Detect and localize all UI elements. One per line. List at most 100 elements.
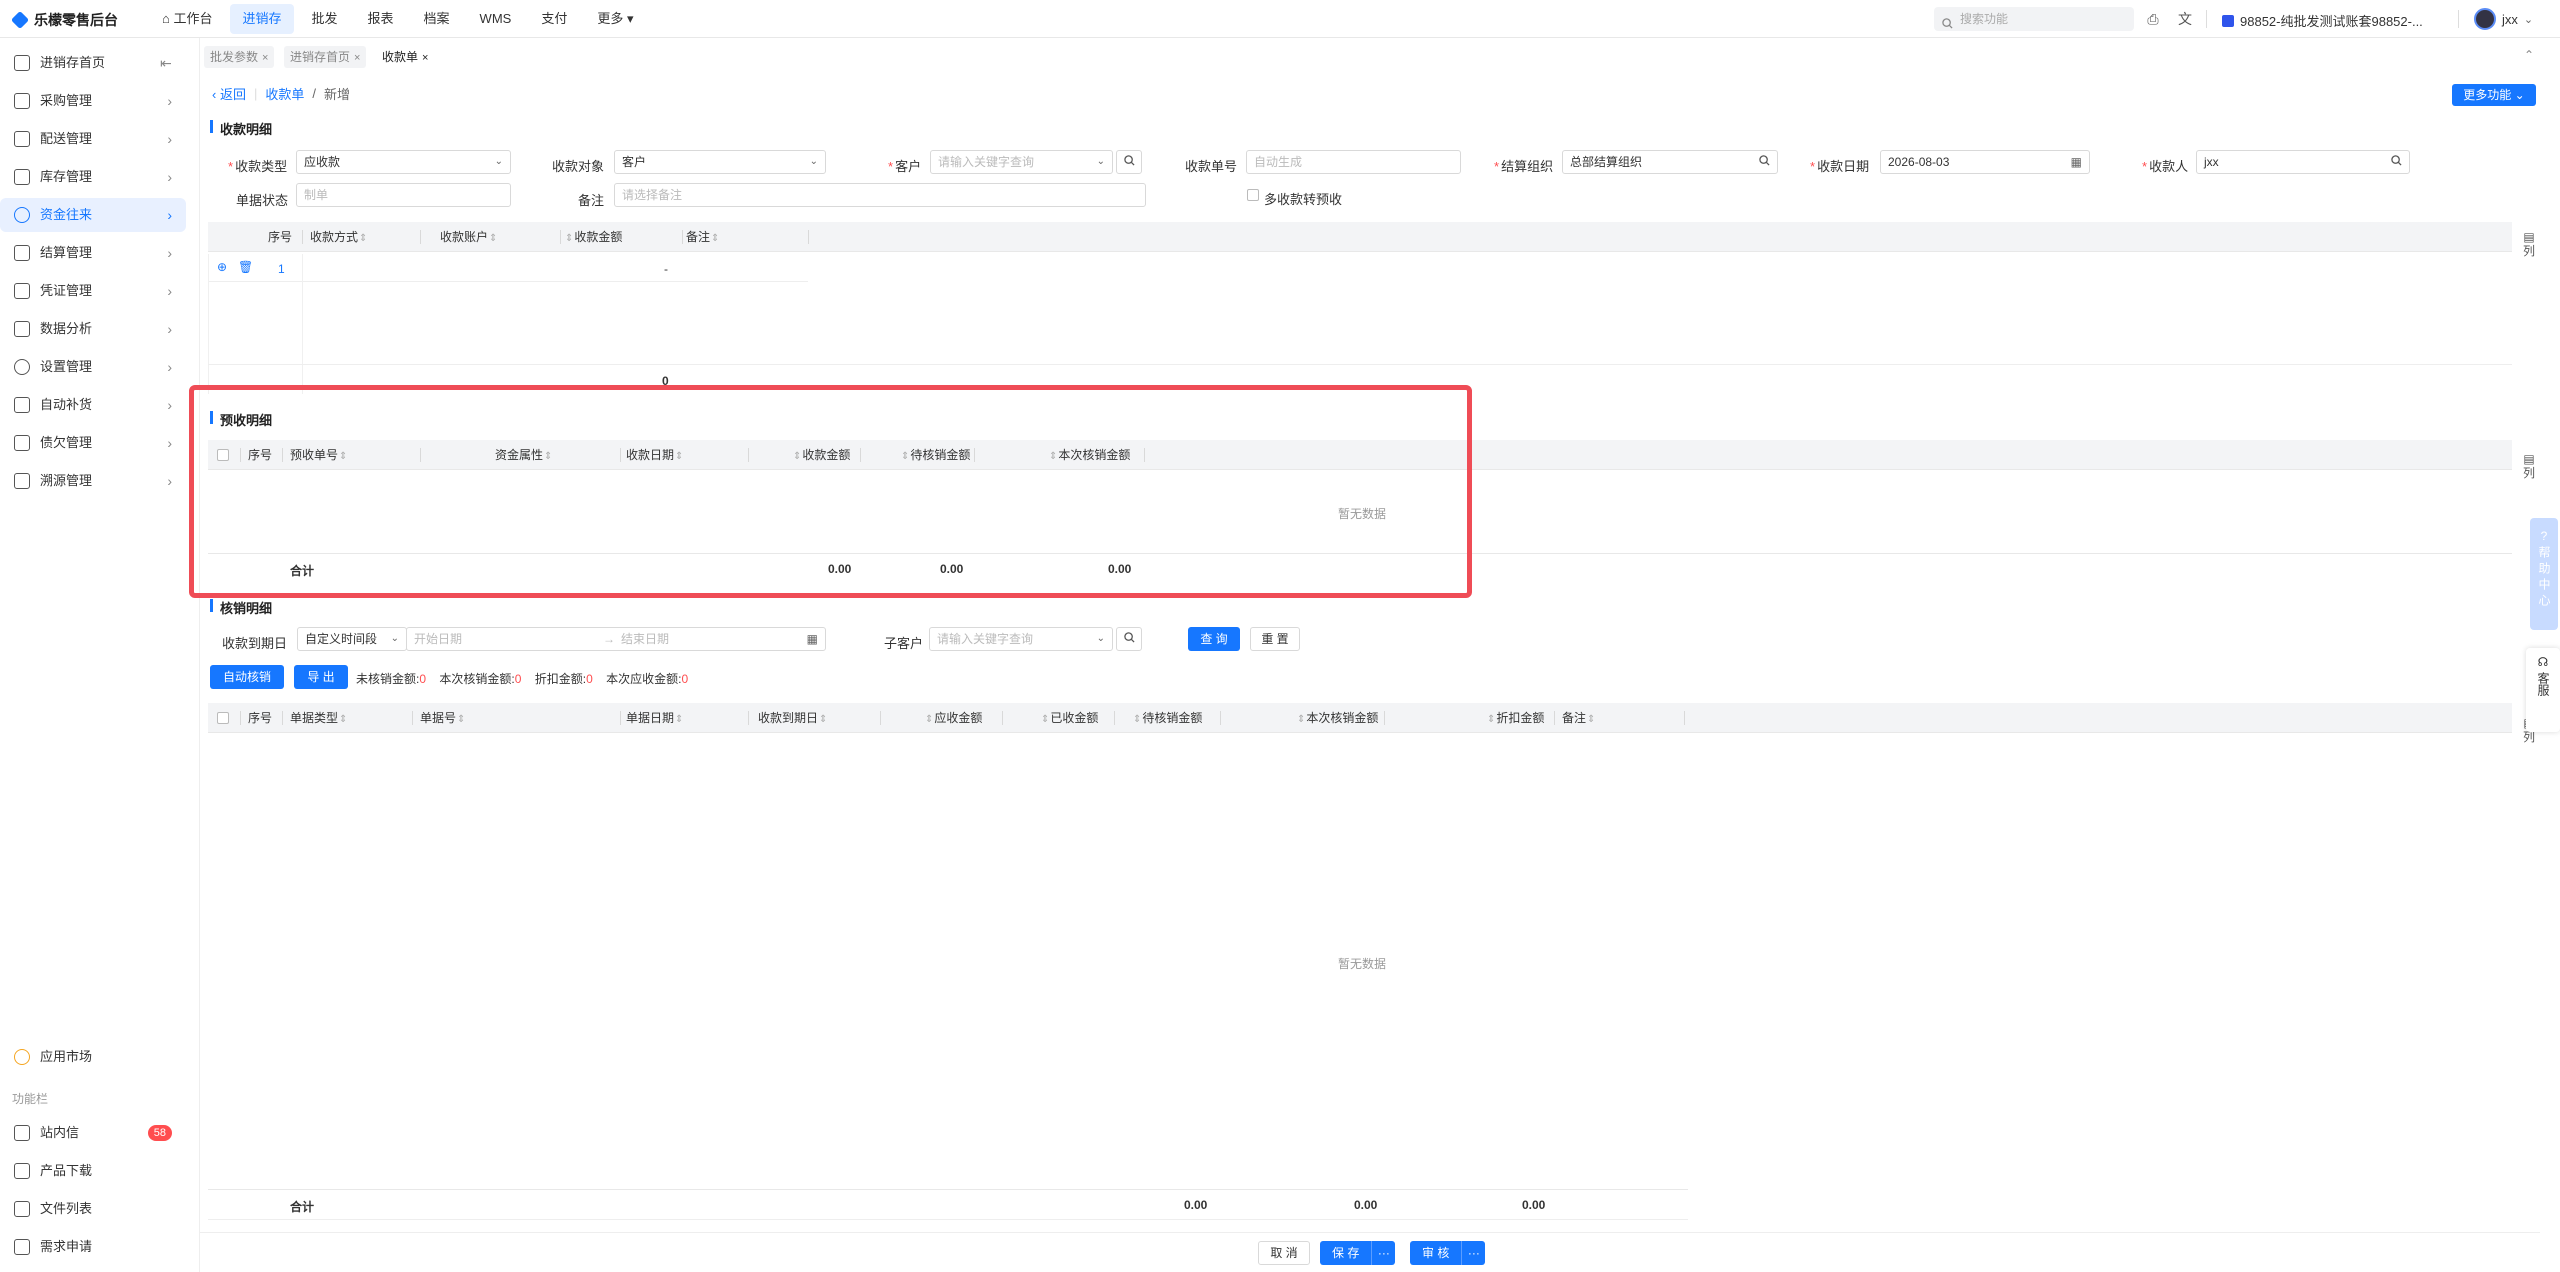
col-pending[interactable]: ⇕待核销金额 (1132, 703, 1202, 733)
row-amount[interactable]: - (664, 262, 668, 276)
chevron-right-icon: › (167, 93, 172, 109)
sub-customer-search-button[interactable] (1116, 627, 1142, 651)
sidebar-item-files[interactable]: 文件列表 (0, 1192, 186, 1226)
customer-input[interactable]: 请输入关键字查询 ⌄ (930, 150, 1113, 174)
breadcrumb: ‹ 返回 | 收款单 / 新增 (212, 84, 351, 103)
col-remark[interactable]: 备注⇕ (686, 222, 720, 252)
export-button[interactable]: 导 出 (294, 665, 348, 689)
help-center-button[interactable]: ? 帮助中心 (2530, 518, 2558, 630)
col-doc-date[interactable]: 单据日期⇕ (626, 703, 684, 733)
more-functions-button[interactable]: 更多功能 ⌄ (2452, 84, 2536, 106)
chart-icon (14, 321, 30, 337)
col-receivable[interactable]: ⇕应收金额 (924, 703, 982, 733)
payee-input[interactable]: jxx (2196, 150, 2410, 174)
replenish-icon (14, 397, 30, 413)
save-button-group: 保 存 ··· (1320, 1241, 1396, 1265)
col-remark[interactable]: 备注⇕ (1562, 703, 1596, 733)
print-icon[interactable]: ⎙ (2144, 10, 2162, 28)
date-range-picker[interactable]: 开始日期 → 结束日期 ▦ (406, 627, 826, 651)
delete-row-icon[interactable]: 🗑 (238, 260, 253, 274)
tab-inventory-home[interactable]: 进销存首页 × (284, 46, 367, 68)
sidebar-item-funds[interactable]: 资金往来 › (0, 198, 186, 232)
col-amount[interactable]: ⇕收款金额 (564, 222, 622, 252)
nav-archives[interactable]: 档案 (412, 4, 462, 34)
nav-payment[interactable]: 支付 (529, 4, 579, 34)
chevron-up-icon[interactable]: ⌃ (2524, 48, 2534, 62)
org-input[interactable]: 总部结算组织 (1562, 150, 1778, 174)
function-bar-label: 功能栏 (12, 1092, 49, 1106)
sidebar-item-app-market[interactable]: 应用市场 (0, 1040, 186, 1074)
auto-writeoff-button[interactable]: 自动核销 (210, 665, 284, 689)
audit-more-button[interactable]: ··· (1461, 1241, 1486, 1265)
sidebar-item-requests[interactable]: 需求申请 (0, 1230, 186, 1264)
column-setting-button[interactable]: ▤列 (2520, 230, 2538, 258)
reset-button[interactable]: 重 置 (1250, 627, 1300, 651)
table-row: ⊕ 🗑 1 - (208, 254, 808, 282)
sidebar-item-messages[interactable]: 站内信 58 (0, 1116, 186, 1150)
save-more-button[interactable]: ··· (1371, 1241, 1396, 1265)
back-link[interactable]: ‹ 返回 (212, 84, 246, 103)
nav-inventory[interactable]: 进销存 (230, 4, 294, 34)
chevron-right-icon: › (167, 131, 172, 147)
sidebar-item-voucher[interactable]: 凭证管理 › (0, 274, 186, 308)
sidebar-item-debt[interactable]: 债欠管理 › (0, 426, 186, 460)
function-search-input[interactable]: 搜索功能 (1934, 7, 2134, 31)
col-account[interactable]: 收款账户⇕ (440, 222, 498, 252)
tab-receipt[interactable]: 收款单 × (376, 46, 435, 68)
column-setting-button[interactable]: ▤列 (2520, 452, 2538, 480)
type-select[interactable]: 应收款 ⌄ (296, 150, 511, 174)
col-discount[interactable]: ⇕折扣金额 (1486, 703, 1544, 733)
date-picker[interactable]: 2026-08-03 ▦ (1880, 150, 2090, 174)
multi-receipt-checkbox[interactable] (1247, 189, 1259, 201)
save-button[interactable]: 保 存 (1320, 1241, 1372, 1265)
nav-workbench[interactable]: ⌂ 工作台 (150, 4, 224, 34)
sidebar-item-analysis[interactable]: 数据分析 › (0, 312, 186, 346)
sidebar-item-download[interactable]: 产品下载 (0, 1154, 186, 1188)
col-method[interactable]: 收款方式⇕ (310, 222, 368, 252)
audit-button[interactable]: 审 核 (1410, 1241, 1462, 1265)
chevron-right-icon: › (167, 321, 172, 337)
sidebar-item-stock[interactable]: 库存管理 › (0, 160, 186, 194)
sidebar-item-purchase[interactable]: 采购管理 › (0, 84, 186, 118)
calendar-icon: ▦ (2070, 155, 2082, 169)
sidebar-item-settings[interactable]: 设置管理 › (0, 350, 186, 384)
nav-more[interactable]: 更多 ▾ (585, 4, 645, 34)
sub-customer-input[interactable]: 请输入关键字查询 ⌄ (929, 627, 1113, 651)
app-logo[interactable]: 乐檬零售后台 (10, 10, 118, 30)
col-due-date[interactable]: 收款到期日⇕ (758, 703, 828, 733)
col-doc-no[interactable]: 单据号⇕ (420, 703, 466, 733)
remark-input[interactable]: 请选择备注 (614, 183, 1146, 207)
org-label: * 结算组织 (1494, 159, 1554, 174)
nav-wms[interactable]: WMS (468, 4, 524, 34)
customer-search-button[interactable] (1116, 150, 1142, 174)
tenant-switcher[interactable]: 98852-纯批发测试账套98852-... (2222, 11, 2423, 30)
period-select[interactable]: 自定义时间段 ⌄ (297, 627, 407, 651)
user-menu[interactable]: jxx ⌄ (2474, 8, 2533, 30)
gear-icon (14, 359, 30, 375)
sidebar-item-home[interactable]: 进销存首页 (0, 46, 186, 80)
breadcrumb-parent[interactable]: 收款单 (265, 84, 304, 103)
col-doc-type[interactable]: 单据类型⇕ (290, 703, 348, 733)
add-row-icon[interactable]: ⊕ (217, 260, 227, 274)
customer-service-button[interactable]: ☊ 客服 (2526, 648, 2560, 732)
customer-label: * 客户 (888, 159, 922, 174)
col-this-writeoff[interactable]: ⇕本次核销金额 (1296, 703, 1378, 733)
select-all-checkbox[interactable] (217, 712, 229, 724)
tab-wholesale-params[interactable]: 批发参数 × (204, 46, 275, 68)
receipt-no-input[interactable]: 自动生成 (1246, 150, 1461, 174)
col-index: 序号 (268, 230, 293, 244)
download-icon (14, 1163, 30, 1179)
sidebar-item-replenish[interactable]: 自动补货 › (0, 388, 186, 422)
sidebar-item-trace[interactable]: 溯源管理 › (0, 464, 186, 498)
nav-reports[interactable]: 报表 (356, 4, 406, 34)
col-received[interactable]: ⇕已收金额 (1040, 703, 1098, 733)
chevron-down-icon: ⌄ (2523, 13, 2534, 26)
total-pending: 0.00 (1354, 1198, 1378, 1212)
target-select[interactable]: 客户 ⌄ (614, 150, 826, 174)
sidebar-item-settlement[interactable]: 结算管理 › (0, 236, 186, 270)
sidebar-item-distribution[interactable]: 配送管理 › (0, 122, 186, 156)
nav-wholesale[interactable]: 批发 (300, 4, 350, 34)
translate-icon[interactable]: 文 (2176, 10, 2194, 28)
query-button[interactable]: 查 询 (1188, 627, 1240, 651)
cancel-button[interactable]: 取 消 (1258, 1241, 1310, 1265)
